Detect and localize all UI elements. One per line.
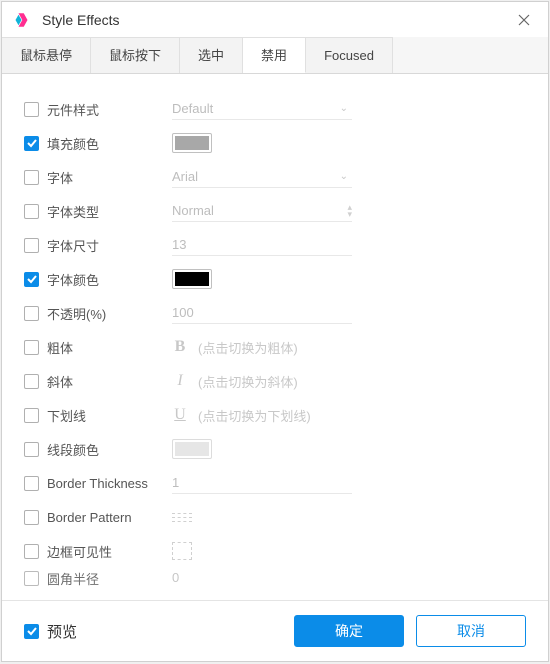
italic-checkbox[interactable]: [24, 374, 39, 389]
opacity-input[interactable]: 100: [172, 302, 352, 324]
font-label: 字体: [47, 168, 73, 187]
tab-focused[interactable]: Focused: [306, 37, 393, 73]
dialog-footer: 预览 确定 取消: [2, 600, 548, 661]
border-thickness-value: 1: [172, 475, 179, 490]
row-fill-color: 填充颜色: [24, 126, 526, 160]
line-color-swatch[interactable]: [172, 439, 212, 459]
row-italic: 斜体 I (点击切换为斜体): [24, 364, 526, 398]
window-title: Style Effects: [42, 12, 512, 28]
ok-button[interactable]: 确定: [294, 615, 404, 647]
opacity-value: 100: [172, 305, 194, 320]
properties-panel: 元件样式 Default ⌄ 填充颜色 字体: [2, 74, 548, 600]
row-element-style: 元件样式 Default ⌄: [24, 92, 526, 126]
italic-icon[interactable]: I: [172, 372, 188, 390]
tab-selected[interactable]: 选中: [180, 37, 243, 73]
line-color-label: 线段颜色: [47, 440, 99, 459]
row-corner-radius: 圆角半径 0: [24, 568, 526, 588]
element-style-value: Default: [172, 101, 213, 116]
font-size-input[interactable]: 13: [172, 234, 352, 256]
row-font-size: 字体尺寸 13: [24, 228, 526, 262]
row-border-pattern: Border Pattern: [24, 500, 526, 534]
italic-hint: (点击切换为斜体): [198, 372, 298, 391]
chevron-down-icon: ⌄: [340, 103, 348, 114]
row-line-color: 线段颜色: [24, 432, 526, 466]
row-border-thickness: Border Thickness 1: [24, 466, 526, 500]
app-logo-icon: [14, 11, 32, 29]
preview-label: 预览: [47, 621, 77, 642]
fill-color-swatch[interactable]: [172, 133, 212, 153]
font-value: Arial: [172, 169, 198, 184]
font-type-spinner[interactable]: Normal ▴▾: [172, 200, 352, 222]
titlebar: Style Effects: [2, 2, 548, 37]
corner-radius-input[interactable]: 0: [172, 568, 352, 588]
row-font-type: 字体类型 Normal ▴▾: [24, 194, 526, 228]
border-visibility-selector[interactable]: [172, 542, 192, 560]
bold-icon[interactable]: B: [172, 338, 188, 356]
corner-radius-checkbox[interactable]: [24, 571, 39, 586]
border-visibility-checkbox[interactable]: [24, 544, 39, 559]
element-style-checkbox[interactable]: [24, 102, 39, 117]
row-opacity: 不透明(%) 100: [24, 296, 526, 330]
corner-radius-label: 圆角半径: [47, 569, 99, 588]
opacity-label: 不透明(%): [47, 304, 106, 323]
border-thickness-checkbox[interactable]: [24, 476, 39, 491]
underline-checkbox[interactable]: [24, 408, 39, 423]
border-pattern-selector[interactable]: [172, 513, 192, 522]
font-type-checkbox[interactable]: [24, 204, 39, 219]
spinner-arrows-icon: ▴▾: [347, 204, 352, 218]
font-size-label: 字体尺寸: [47, 236, 99, 255]
bold-label: 粗体: [47, 338, 73, 357]
close-button[interactable]: [512, 8, 536, 32]
font-size-value: 13: [172, 237, 186, 252]
font-color-swatch[interactable]: [172, 269, 212, 289]
underline-hint: (点击切换为下划线): [198, 406, 311, 425]
italic-label: 斜体: [47, 372, 73, 391]
corner-radius-value: 0: [172, 570, 179, 585]
opacity-checkbox[interactable]: [24, 306, 39, 321]
row-underline: 下划线 U (点击切换为下划线): [24, 398, 526, 432]
fill-color-label: 填充颜色: [47, 134, 99, 153]
font-dropdown[interactable]: Arial ⌄: [172, 166, 352, 188]
row-bold: 粗体 B (点击切换为粗体): [24, 330, 526, 364]
row-font: 字体 Arial ⌄: [24, 160, 526, 194]
tab-mousedown[interactable]: 鼠标按下: [91, 37, 180, 73]
line-color-checkbox[interactable]: [24, 442, 39, 457]
row-border-visibility: 边框可见性: [24, 534, 526, 568]
fill-color-checkbox[interactable]: [24, 136, 39, 151]
underline-label: 下划线: [47, 406, 86, 425]
cancel-button[interactable]: 取消: [416, 615, 526, 647]
underline-icon[interactable]: U: [172, 406, 188, 424]
border-pattern-checkbox[interactable]: [24, 510, 39, 525]
font-type-label: 字体类型: [47, 202, 99, 221]
row-font-color: 字体颜色: [24, 262, 526, 296]
element-style-label: 元件样式: [47, 100, 99, 119]
tab-bar: 鼠标悬停 鼠标按下 选中 禁用 Focused: [2, 37, 548, 74]
bold-hint: (点击切换为粗体): [198, 338, 298, 357]
font-size-checkbox[interactable]: [24, 238, 39, 253]
border-thickness-label: Border Thickness: [47, 476, 148, 491]
style-effects-dialog: Style Effects 鼠标悬停 鼠标按下 选中 禁用 Focused 元件…: [1, 1, 549, 662]
font-color-checkbox[interactable]: [24, 272, 39, 287]
close-icon: [518, 14, 530, 26]
border-visibility-label: 边框可见性: [47, 542, 112, 561]
tab-disabled[interactable]: 禁用: [243, 37, 306, 73]
tab-mouseover[interactable]: 鼠标悬停: [2, 37, 91, 73]
font-type-value: Normal: [172, 203, 214, 218]
border-thickness-input[interactable]: 1: [172, 472, 352, 494]
chevron-down-icon: ⌄: [340, 171, 348, 182]
element-style-dropdown[interactable]: Default ⌄: [172, 98, 352, 120]
preview-checkbox[interactable]: [24, 624, 39, 639]
font-checkbox[interactable]: [24, 170, 39, 185]
bold-checkbox[interactable]: [24, 340, 39, 355]
border-pattern-label: Border Pattern: [47, 510, 132, 525]
font-color-label: 字体颜色: [47, 270, 99, 289]
